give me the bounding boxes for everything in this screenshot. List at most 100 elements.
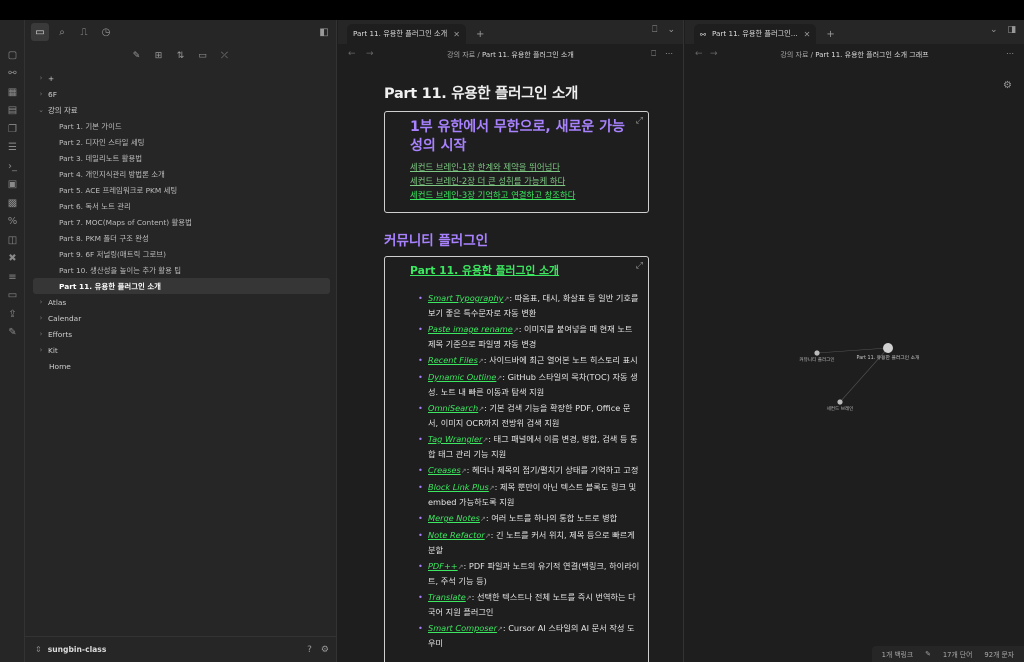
terminal-icon[interactable]: ›_: [0, 157, 25, 176]
breadcrumb-current[interactable]: Part 11. 유용한 플러그인 소개: [482, 51, 574, 59]
gear-icon[interactable]: ⚙: [321, 645, 329, 655]
plugin-description: : 사이드바에 최근 열어본 노트 히스토리 표시: [483, 355, 638, 365]
collapse-view-icon[interactable]: ▭: [196, 49, 210, 63]
file-item[interactable]: Part 5. ACE 프레임워크로 PKM 세팅: [25, 182, 336, 198]
chevron-right-icon[interactable]: ›: [36, 346, 46, 354]
file-item[interactable]: Part 10. 생산성을 높이는 추가 활용 팁: [25, 262, 336, 278]
file-search-icon[interactable]: ▣: [0, 176, 25, 195]
expand-icon[interactable]: ⤢: [636, 116, 643, 126]
chevron-down-icon[interactable]: ⌄: [36, 106, 46, 114]
chevron-right-icon[interactable]: ›: [36, 90, 46, 98]
char-count: 92개 문자: [984, 651, 1014, 659]
plugin-link[interactable]: Smart Composer: [428, 623, 497, 633]
export-icon[interactable]: ⇪: [0, 305, 25, 324]
new-tab-icon[interactable]: +: [476, 24, 484, 44]
grid-icon[interactable]: ▦: [0, 83, 25, 102]
bookmark-icon[interactable]: ⎍: [75, 23, 93, 41]
plugin-link[interactable]: Translate: [428, 592, 466, 602]
folder-item[interactable]: ⌄ 강의 자료: [25, 102, 336, 118]
clock-icon[interactable]: ◷: [97, 23, 115, 41]
calendar-icon[interactable]: ▤: [0, 102, 25, 121]
new-note-icon[interactable]: ✎: [130, 49, 144, 63]
percent-icon[interactable]: %: [0, 213, 25, 232]
file-item-active[interactable]: Part 11. 유용한 플러그인 소개: [33, 278, 330, 294]
folder-item[interactable]: › Calendar: [25, 310, 336, 326]
local-graph[interactable]: 커뮤니티 플러그인 Part 11. 유용한 플러그인 소개 세컨드 브레인: [685, 20, 1024, 662]
close-all-icon[interactable]: ⤫: [218, 49, 232, 63]
close-icon[interactable]: ✕: [453, 30, 460, 39]
plugin-link[interactable]: Block Link Plus: [428, 482, 489, 492]
file-item[interactable]: Part 2. 디자인 스타일 세팅: [25, 134, 336, 150]
cross-icon[interactable]: ✖: [0, 250, 25, 269]
book-icon[interactable]: ⎕: [652, 25, 657, 35]
folder-item[interactable]: › 6F: [25, 86, 336, 102]
plugin-list-item: Note Refactor↗: 긴 노트를 커서 위치, 제목 등으로 빠르게 …: [418, 528, 640, 557]
file-item[interactable]: Part 3. 데일리노트 활용법: [25, 150, 336, 166]
folder-item[interactable]: › Efforts: [25, 326, 336, 342]
forward-arrow-icon[interactable]: →: [366, 49, 374, 59]
plugin-link[interactable]: Recent Files: [428, 355, 478, 365]
chevron-right-icon[interactable]: ›: [36, 314, 46, 322]
plugin-link[interactable]: Dynamic Outline: [428, 372, 496, 382]
back-arrow-icon[interactable]: ←: [348, 49, 356, 59]
chevron-right-icon[interactable]: ›: [36, 298, 46, 306]
file-explorer-toolbar: ✎ ⊞ ⇅ ▭ ⤫: [25, 44, 336, 68]
folder-item[interactable]: › Kit: [25, 342, 336, 358]
magic-icon[interactable]: ✎: [0, 324, 25, 343]
breadcrumb-separator: /: [477, 51, 480, 59]
plugin-link[interactable]: Paste image rename: [428, 324, 513, 334]
file-item[interactable]: Part 7. MOC(Maps of Content) 활용법: [25, 214, 336, 230]
chevron-right-icon[interactable]: ›: [36, 74, 46, 82]
file-plus-icon[interactable]: ▢: [0, 46, 25, 65]
list-icon[interactable]: ☰: [0, 139, 25, 158]
tree-item-label: Part 10. 생산성을 높이는 추가 활용 팁: [59, 265, 182, 275]
file-item[interactable]: Part 4. 개인지식관리 방법론 소개: [25, 166, 336, 182]
folder-item[interactable]: › +: [25, 70, 336, 86]
section-heading: 커뮤니티 플러그인: [384, 233, 489, 249]
new-folder-icon[interactable]: ⊞: [152, 49, 166, 63]
tree-item-label: Calendar: [48, 313, 82, 323]
chevron-down-icon[interactable]: ⌄: [667, 25, 675, 35]
plugin-link[interactable]: Smart Typography: [428, 293, 504, 303]
more-options-icon[interactable]: ⋯: [665, 49, 673, 59]
plugin-link[interactable]: Merge Notes: [428, 513, 480, 523]
copy-icon[interactable]: ❐: [0, 120, 25, 139]
expand-icon[interactable]: ⤢: [636, 261, 643, 271]
internal-link[interactable]: 세컨드 브레인-2장 더 큰 성취를 가능케 하다: [410, 174, 648, 188]
plugin-link[interactable]: OmniSearch: [428, 403, 478, 413]
chevron-right-icon[interactable]: ›: [36, 330, 46, 338]
align-icon[interactable]: ≡: [0, 268, 25, 287]
plugin-link[interactable]: Tag Wrangler: [428, 434, 482, 444]
file-item[interactable]: Part 1. 기본 가이드: [25, 118, 336, 134]
template-icon[interactable]: ▩: [0, 194, 25, 213]
internal-link[interactable]: 세컨드 브레인-1장 한계와 제약을 뛰어넘다: [410, 160, 648, 174]
file-item[interactable]: Part 9. 6F 저널링(매트릭 그로브): [25, 246, 336, 262]
folder-item[interactable]: › Atlas: [25, 294, 336, 310]
help-icon[interactable]: ?: [307, 645, 312, 655]
file-item[interactable]: Part 8. PKM 폴더 구조 완성: [25, 230, 336, 246]
internal-link[interactable]: 세컨드 브레인-3장 기억하고 연결하고 창조하다: [410, 188, 648, 202]
folder-icon[interactable]: ▭: [31, 23, 49, 41]
plugin-link[interactable]: PDF++: [428, 561, 458, 571]
bookmark-alt-icon[interactable]: ◫: [0, 231, 25, 250]
tab-part11[interactable]: Part 11. 유용한 플러그인 소개 ✕: [347, 24, 466, 44]
sidebar-toggle-icon[interactable]: ◧: [315, 23, 333, 41]
graph-icon[interactable]: ⚯: [0, 65, 25, 84]
plugin-link[interactable]: Note Refactor: [428, 530, 485, 540]
plugin-link[interactable]: Creases: [428, 465, 461, 475]
book-open-icon[interactable]: ⎕: [651, 49, 656, 59]
plugin-list-item: Smart Composer↗: Cursor AI 스타일의 AI 문서 작성…: [418, 621, 640, 650]
file-item[interactable]: Part 6. 독서 노트 관리: [25, 198, 336, 214]
breadcrumb-parent[interactable]: 강의 자료: [447, 51, 475, 59]
file-item[interactable]: Home: [25, 358, 336, 374]
vault-switcher[interactable]: ⇕ sungbin-class ? ⚙: [25, 636, 337, 662]
embed-title-link[interactable]: Part 11. 유용한 플러그인 소개: [410, 262, 640, 278]
search-icon[interactable]: ⌕: [53, 23, 71, 41]
backlink-count[interactable]: 1개 백링크: [882, 649, 914, 659]
plugin-description: : 헤더나 제목의 접기/펼치기 상태를 기억하고 고정: [466, 465, 639, 475]
tree-item-label: Part 7. MOC(Maps of Content) 활용법: [59, 217, 192, 227]
edit-icon[interactable]: ✎: [925, 650, 931, 658]
layout-icon[interactable]: ▭: [0, 287, 25, 306]
sort-icon[interactable]: ⇅: [174, 49, 188, 63]
obsidian-app: ▢ ⚯ ▦ ▤ ❐ ☰ ›_ ▣ ▩ % ◫ ✖ ≡ ▭ ⇪ ✎ ▭ ⌕ ⎍ ◷…: [0, 20, 1024, 662]
